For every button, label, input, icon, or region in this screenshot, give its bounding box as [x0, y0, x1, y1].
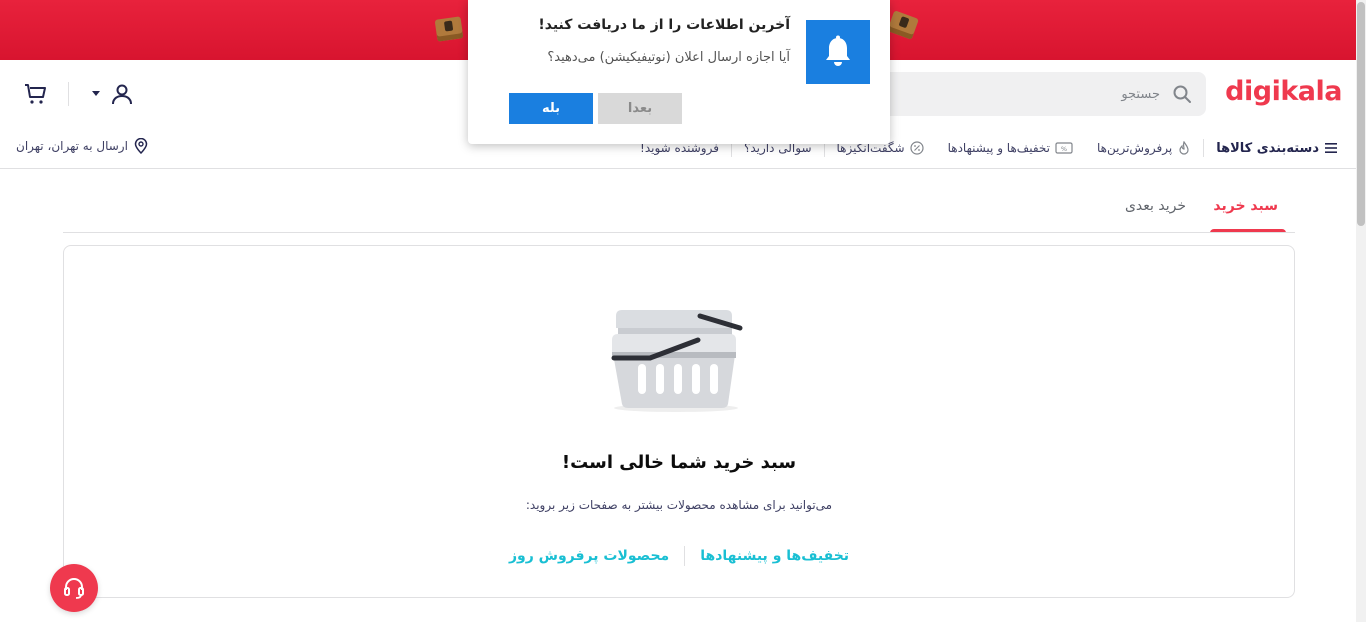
nav-item-label: پرفروش‌ترین‌ها — [1097, 141, 1173, 155]
nav-categories-label: دسته‌بندی کالاها — [1216, 140, 1319, 156]
location-label: ارسال به تهران، تهران — [16, 139, 128, 153]
user-icon — [112, 84, 132, 105]
nav-categories[interactable]: دسته‌بندی کالاها — [1216, 141, 1338, 156]
tabs-divider — [63, 232, 1295, 233]
gift-box-icon — [887, 10, 919, 40]
bestsellers-link[interactable]: محصولات پرفروش روز — [509, 548, 669, 564]
allow-button[interactable]: بله — [509, 93, 593, 124]
bell-icon — [826, 35, 850, 66]
percent-badge-icon — [909, 141, 924, 155]
headset-icon — [64, 578, 84, 599]
caret-down-icon — [92, 91, 100, 96]
cart-icon[interactable] — [24, 82, 48, 106]
digikala-logo[interactable]: digikala — [1225, 76, 1342, 107]
suggested-links: تخفیف‌ها و پیشنهادها محصولات پرفروش روز — [64, 546, 1294, 566]
delivery-location[interactable]: ارسال به تهران، تهران — [16, 136, 148, 156]
empty-cart-title: سبد خرید شما خالی است! — [561, 452, 797, 473]
later-button[interactable]: بعدا — [598, 93, 682, 124]
empty-basket-illustration — [611, 310, 743, 412]
discount-ticket-icon: % — [1055, 142, 1073, 154]
search-bar[interactable] — [876, 72, 1206, 116]
scrollbar-thumb[interactable] — [1357, 2, 1365, 226]
user-menu-button[interactable] — [92, 80, 134, 110]
nav-item-offers[interactable]: % تخفیف‌ها و پیشنهادها — [948, 141, 1073, 155]
search-icon — [1173, 85, 1191, 103]
menu-icon — [1325, 143, 1337, 153]
location-pin-icon — [134, 138, 148, 154]
tab-cart[interactable]: سبد خرید — [1213, 198, 1278, 214]
empty-cart-card: سبد خرید شما خالی است! می‌توانید برای مش… — [63, 245, 1295, 598]
support-chat-button[interactable] — [50, 564, 98, 612]
tab-next-purchase[interactable]: خرید بعدی — [1125, 198, 1186, 214]
svg-text:%: % — [1061, 145, 1067, 153]
nav-divider — [1203, 139, 1205, 157]
nav-item-bestsellers[interactable]: پرفروش‌ترین‌ها — [1097, 141, 1191, 155]
search-input[interactable] — [900, 84, 1160, 104]
popup-title: آخرین اطلاعات را از ما دریافت کنید! — [538, 17, 790, 33]
notification-permission-popup: آخرین اطلاعات را از ما دریافت کنید! آیا … — [468, 0, 890, 144]
header-divider — [68, 82, 69, 106]
page-scrollbar[interactable] — [1356, 0, 1366, 622]
empty-cart-subtitle: می‌توانید برای مشاهده محصولات بیشتر به ص… — [525, 498, 833, 512]
flame-icon — [1179, 141, 1189, 155]
gift-box-icon — [434, 16, 464, 42]
header-divider-line — [0, 168, 1356, 169]
nav-item-label: تخفیف‌ها و پیشنهادها — [947, 141, 1050, 155]
page: digikala دسته‌بندی کالاها — [0, 0, 1366, 622]
popup-message: آیا اجازه ارسال اعلان (نوتیفیکیشن) می‌ده… — [547, 50, 790, 65]
links-divider — [684, 546, 686, 566]
offers-link[interactable]: تخفیف‌ها و پیشنهادها — [700, 548, 849, 564]
bell-icon-box — [806, 20, 870, 84]
